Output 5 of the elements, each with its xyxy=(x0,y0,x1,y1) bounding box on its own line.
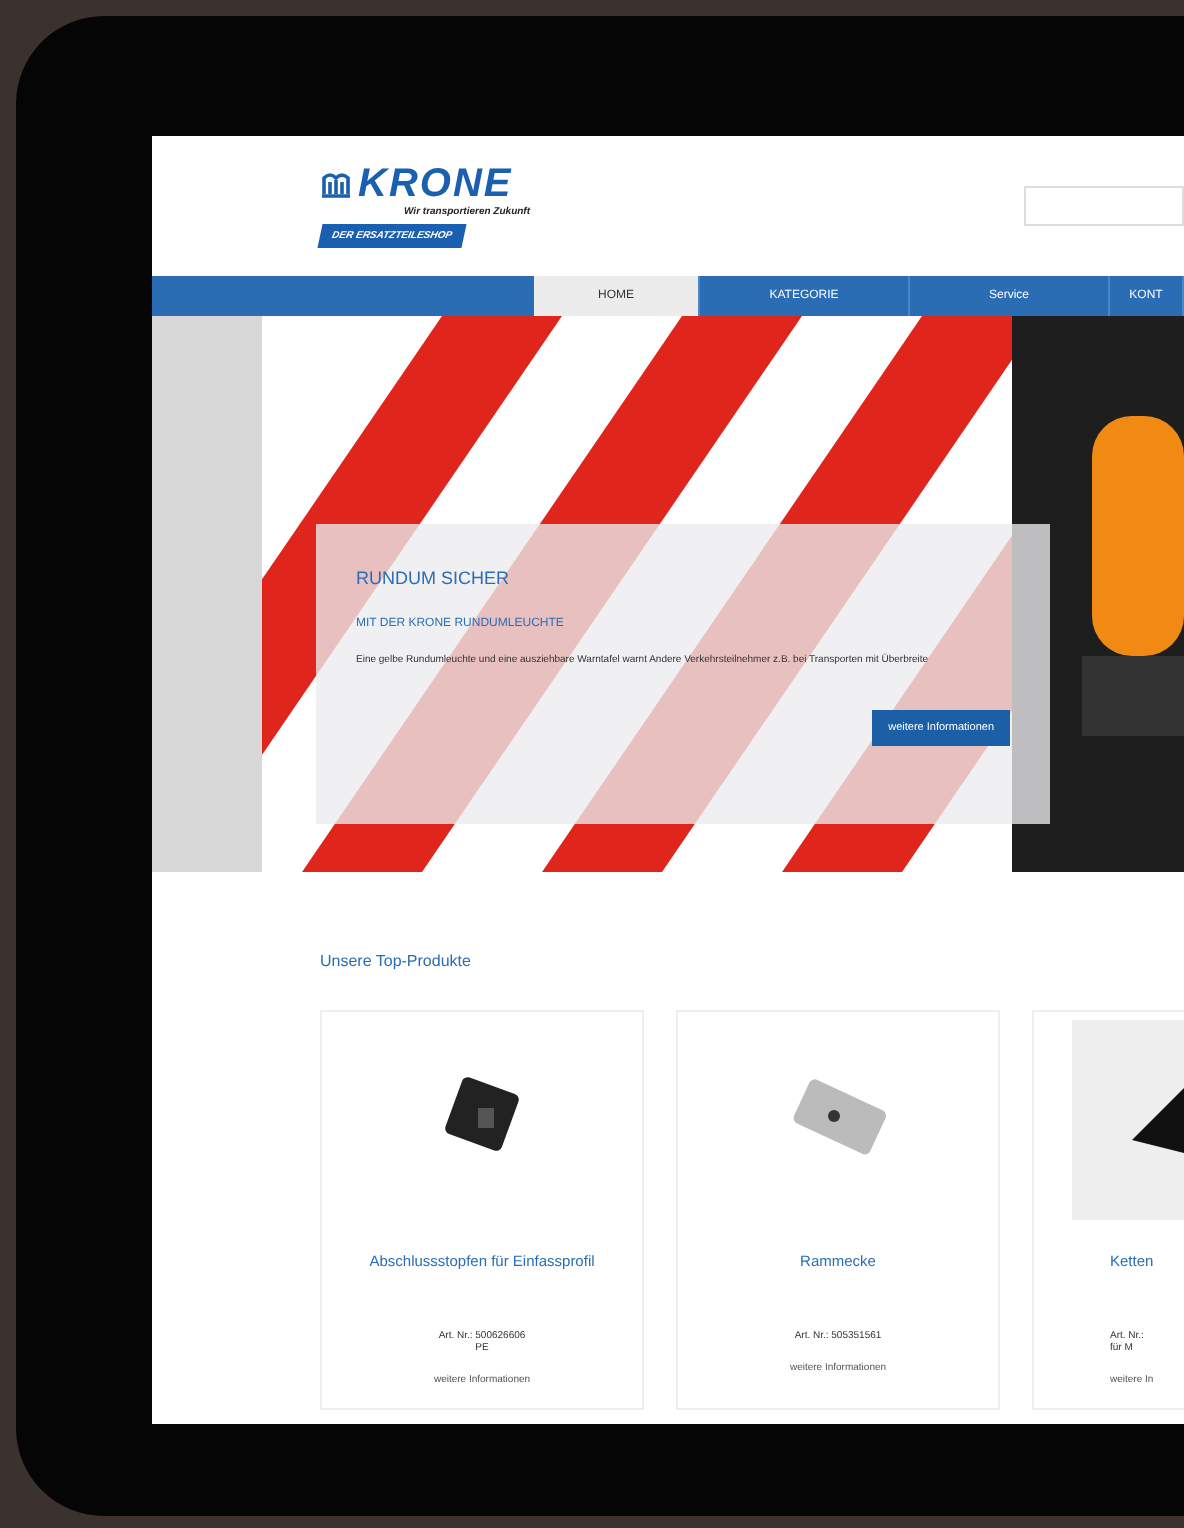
crown-logo-icon xyxy=(320,170,352,198)
section-heading: Unsere Top-Produkte xyxy=(320,952,473,970)
hero-title: RUNDUM SICHER xyxy=(356,568,511,588)
brand-logo: KRONE xyxy=(358,164,513,204)
search-field[interactable] xyxy=(1024,186,1184,226)
